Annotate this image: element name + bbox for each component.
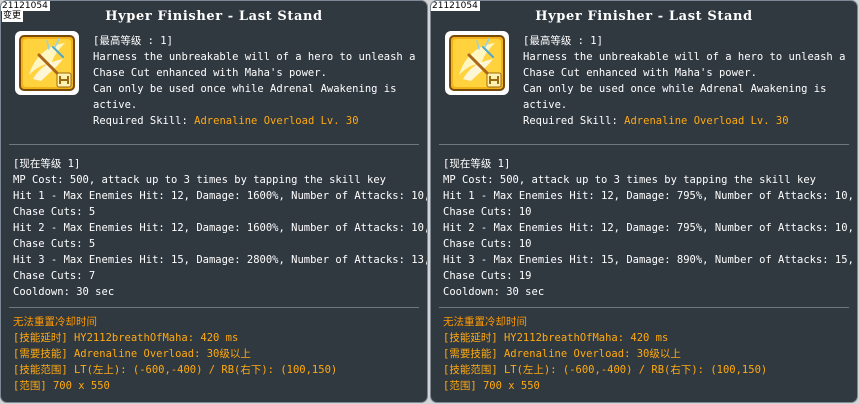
description-line: Can only be used once while Adrenal Awak… xyxy=(523,83,827,95)
divider xyxy=(439,307,849,308)
max-level-label: [最高等级 : 1] xyxy=(523,35,603,47)
skill-icon-frame xyxy=(15,31,79,95)
info-line: [需要技能] Adrenaline Overload: 30级以上 xyxy=(443,348,681,360)
current-level-stats: [现在等级 1] MP Cost: 500, attack up to 3 ti… xyxy=(443,156,854,300)
description-line: Harness the unbreakable will of a hero t… xyxy=(523,51,846,63)
stat-line: Hit 2 - Max Enemies Hit: 12, Damage: 160… xyxy=(13,222,428,234)
required-skill-line: Required Skill: Adrenaline Overload Lv. … xyxy=(93,113,423,129)
required-skill-value: Adrenaline Overload Lv. 30 xyxy=(194,115,359,127)
info-line: 无法重置冷却时间 xyxy=(13,316,97,328)
info-line: [技能延时] HY2112breathOfMaha: 420 ms xyxy=(13,332,239,344)
required-skill-label: Required Skill: xyxy=(523,115,625,127)
comparison-stage: 21121054 变更 Hyper Finisher - Last Stand … xyxy=(0,0,860,404)
skill-title: Hyper Finisher - Last Stand xyxy=(535,9,753,24)
stat-line: Hit 2 - Max Enemies Hit: 12, Damage: 795… xyxy=(443,222,854,234)
stat-line: Hit 3 - Max Enemies Hit: 15, Damage: 280… xyxy=(13,254,428,266)
required-skill-label: Required Skill: xyxy=(93,115,195,127)
skill-description: [最高等级 : 1] Harness the unbreakable will … xyxy=(523,33,853,129)
description-line: active. xyxy=(93,99,138,111)
current-level-label: [现在等级 1] xyxy=(443,158,511,170)
extra-info: 无法重置冷却时间 [技能延时] HY2112breathOfMaha: 420 … xyxy=(13,314,423,394)
stat-line: Hit 1 - Max Enemies Hit: 12, Damage: 795… xyxy=(443,190,854,202)
info-line: [范围] 700 x 550 xyxy=(443,380,540,392)
description-line: Chase Cut enhanced with Maha's power. xyxy=(93,67,327,79)
stat-line: Chase Cuts: 19 xyxy=(443,270,532,282)
skill-tooltip-new: 21121054 Hyper Finisher - Last Stand [最高… xyxy=(430,0,858,403)
stat-line: Chase Cuts: 5 xyxy=(13,206,96,218)
description-line: Chase Cut enhanced with Maha's power. xyxy=(523,67,757,79)
info-line: [技能延时] HY2112breathOfMaha: 420 ms xyxy=(443,332,669,344)
required-skill-value: Adrenaline Overload Lv. 30 xyxy=(624,115,789,127)
extra-info: 无法重置冷却时间 [技能延时] HY2112breathOfMaha: 420 … xyxy=(443,314,853,394)
stat-line: Chase Cuts: 5 xyxy=(13,238,96,250)
stat-line: Chase Cuts: 10 xyxy=(443,238,532,250)
stat-line: Hit 3 - Max Enemies Hit: 15, Damage: 890… xyxy=(443,254,854,266)
divider xyxy=(439,144,849,145)
stat-line: MP Cost: 500, attack up to 3 times by ta… xyxy=(13,174,386,186)
skill-icon-frame xyxy=(445,31,509,95)
max-level-label: [最高等级 : 1] xyxy=(93,35,173,47)
info-line: [范围] 700 x 550 xyxy=(13,380,110,392)
current-level-stats: [现在等级 1] MP Cost: 500, attack up to 3 ti… xyxy=(13,156,428,300)
required-skill-line: Required Skill: Adrenaline Overload Lv. … xyxy=(523,113,853,129)
description-line: Can only be used once while Adrenal Awak… xyxy=(93,83,397,95)
divider xyxy=(9,307,419,308)
info-line: [技能范围] LT(左上): (-600,-400) / RB(右下): (10… xyxy=(443,364,768,376)
info-line: [需要技能] Adrenaline Overload: 30级以上 xyxy=(13,348,251,360)
hyper-finisher-skill-icon xyxy=(449,35,505,91)
stat-line: Cooldown: 30 sec xyxy=(13,286,115,298)
stat-line: MP Cost: 500, attack up to 3 times by ta… xyxy=(443,174,816,186)
current-level-label: [现在等级 1] xyxy=(13,158,81,170)
description-line: Harness the unbreakable will of a hero t… xyxy=(93,51,416,63)
stat-line: Chase Cuts: 10 xyxy=(443,206,532,218)
stat-line: Cooldown: 30 sec xyxy=(443,286,545,298)
info-line: [技能范围] LT(左上): (-600,-400) / RB(右下): (10… xyxy=(13,364,338,376)
skill-title: Hyper Finisher - Last Stand xyxy=(105,9,323,24)
skill-description: [最高等级 : 1] Harness the unbreakable will … xyxy=(93,33,423,129)
stat-line: Hit 1 - Max Enemies Hit: 12, Damage: 160… xyxy=(13,190,428,202)
info-line: 无法重置冷却时间 xyxy=(443,316,527,328)
stat-line: Chase Cuts: 7 xyxy=(13,270,96,282)
divider xyxy=(9,144,419,145)
skill-tooltip-old: 21121054 变更 Hyper Finisher - Last Stand … xyxy=(0,0,428,403)
description-line: active. xyxy=(523,99,568,111)
hyper-finisher-skill-icon xyxy=(19,35,75,91)
